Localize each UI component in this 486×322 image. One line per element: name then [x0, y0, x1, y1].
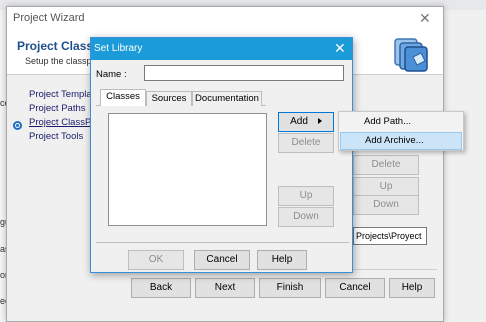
- wizard-titlebar: Project Wizard ✕: [7, 7, 443, 31]
- add-button-label: Add: [290, 116, 308, 127]
- down-button[interactable]: Down: [278, 207, 334, 227]
- up-button[interactable]: Up: [278, 186, 334, 206]
- cancel-button[interactable]: Cancel: [194, 250, 250, 270]
- add-dropdown-menu: Add Path... Add Archive...: [338, 111, 464, 151]
- wizard-subheading: Setup the classpa: [25, 56, 97, 66]
- wizard-down-button[interactable]: Down: [353, 195, 419, 215]
- library-name-input[interactable]: [144, 65, 344, 81]
- set-library-divider: [96, 242, 349, 243]
- classpath-path-field[interactable]: Projects\Proyect: [353, 227, 427, 245]
- delete-button[interactable]: Delete: [278, 133, 334, 153]
- tab-classes[interactable]: Classes: [100, 89, 146, 106]
- tab-sources[interactable]: Sources: [146, 91, 192, 106]
- menu-item-add-archive[interactable]: Add Archive...: [340, 132, 462, 150]
- back-button[interactable]: Back: [131, 278, 191, 298]
- wizard-title: Project Wizard: [13, 12, 85, 24]
- step-project-tools[interactable]: Project Tools: [29, 131, 83, 142]
- name-label: Name :: [96, 69, 127, 80]
- menu-item-add-path[interactable]: Add Path...: [340, 113, 462, 131]
- close-icon[interactable]: ✕: [419, 10, 431, 27]
- tab-documentation[interactable]: Documentation: [192, 91, 262, 106]
- current-step-radio-icon: [13, 121, 22, 130]
- step-project-paths[interactable]: Project Paths: [29, 103, 86, 114]
- set-library-titlebar: Set Library ✕: [91, 38, 352, 60]
- close-icon[interactable]: ✕: [334, 40, 346, 57]
- add-button[interactable]: Add: [278, 112, 334, 132]
- finish-button[interactable]: Finish: [259, 278, 321, 298]
- next-button[interactable]: Next: [195, 278, 255, 298]
- wizard-help-button[interactable]: Help: [389, 278, 435, 298]
- help-button[interactable]: Help: [257, 250, 307, 270]
- wizard-delete-button[interactable]: Delete: [353, 155, 419, 175]
- submenu-arrow-icon: [317, 118, 322, 125]
- step-project-classpath[interactable]: Project ClassPat: [29, 117, 99, 128]
- wizard-cancel-button[interactable]: Cancel: [325, 278, 385, 298]
- step-project-template[interactable]: Project Template: [29, 89, 100, 100]
- set-library-title: Set Library: [94, 43, 143, 54]
- ok-button[interactable]: OK: [128, 250, 184, 270]
- library-books-icon: [394, 38, 428, 72]
- wizard-heading: Project ClassP: [17, 39, 102, 53]
- set-library-dialog: Set Library ✕ Name : Classes Sources Doc…: [90, 37, 353, 273]
- wizard-up-button[interactable]: Up: [353, 177, 419, 197]
- classes-list[interactable]: [108, 113, 267, 226]
